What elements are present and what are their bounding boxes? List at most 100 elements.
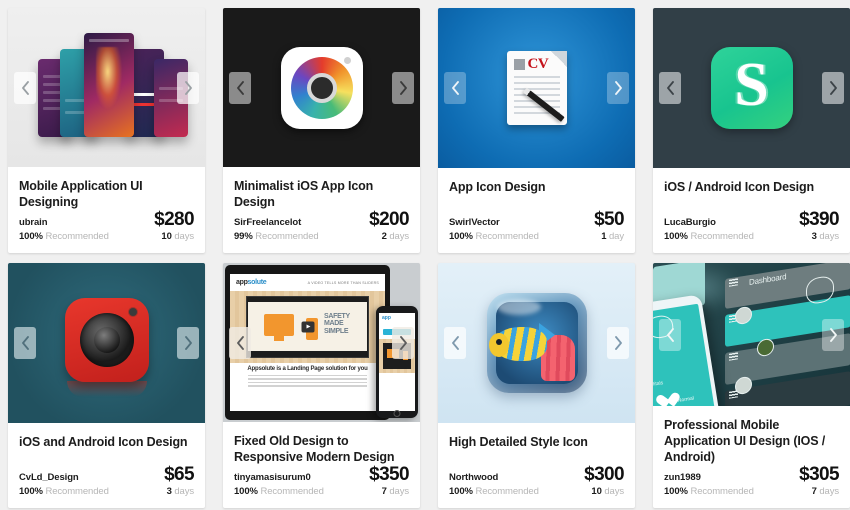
chevron-right-icon (184, 80, 192, 95)
recommendation: 100% Recommended (664, 486, 754, 497)
gig-thumbnail[interactable] (8, 263, 205, 423)
gig-thumbnail[interactable]: appsolute A VIDEO TELLS MORE THAN SLIDER… (223, 263, 420, 422)
seller-name[interactable]: LucaBurgio (664, 217, 754, 228)
gig-title[interactable]: Minimalist iOS App Icon Design (234, 178, 409, 210)
carousel-prev-button[interactable] (444, 72, 466, 104)
gig-card[interactable]: High Detailed Style Icon Northwood 100% … (438, 263, 635, 508)
recommended-pct: 100% (449, 231, 473, 242)
gig-thumbnail[interactable]: Dashboard Vitals Normal (653, 263, 850, 406)
chevron-right-icon (614, 336, 622, 350)
gig-price: $50 (594, 209, 625, 230)
gig-title[interactable]: Mobile Application UI Designing (19, 178, 194, 210)
gig-card[interactable]: Mobile Application UI Designing ubrain 1… (8, 8, 205, 253)
art-mobile-logo: app (382, 315, 391, 321)
gig-thumbnail[interactable] (223, 8, 420, 167)
delivery-unit: days (389, 231, 409, 242)
gig-card[interactable]: appsolute A VIDEO TELLS MORE THAN SLIDER… (223, 263, 420, 508)
recommendation: 100% Recommended (234, 486, 324, 497)
chevron-left-icon (666, 327, 674, 342)
gig-title[interactable]: App Icon Design (449, 179, 624, 195)
gig-card[interactable]: S iOS / Android Icon Design LucaBurgio 1… (653, 8, 850, 253)
carousel-prev-button[interactable] (659, 72, 681, 104)
gig-title[interactable]: Fixed Old Design to Responsive Modern De… (234, 433, 409, 465)
carousel-prev-button[interactable] (14, 71, 36, 104)
seller-name[interactable]: zun1989 (664, 472, 754, 483)
seller-name[interactable]: Northwood (449, 472, 539, 483)
gig-card[interactable]: iOS and Android Icon Design CvLd_Design … (8, 263, 205, 508)
gig-card[interactable]: CV App Icon Design SwirlVector 100% Reco… (438, 8, 635, 253)
gig-body: High Detailed Style Icon Northwood 100% … (438, 423, 635, 508)
chevron-right-icon (399, 80, 407, 95)
gig-price: $280 (154, 209, 194, 230)
gig-price: $300 (584, 464, 624, 485)
seller-name[interactable]: tinyamasisurum0 (234, 472, 324, 483)
art-logo-suffix: solute (247, 279, 267, 286)
delivery-unit: days (819, 231, 839, 242)
gig-price: $65 (164, 464, 195, 485)
gig-body: Professional Mobile Application UI Desig… (653, 406, 850, 508)
carousel-next-button[interactable] (822, 72, 844, 104)
gig-thumbnail[interactable]: CV (438, 8, 635, 168)
art-video-text: SAFETY MADE SIMPLE (324, 313, 350, 335)
seller-name[interactable]: SwirlVector (449, 217, 539, 228)
carousel-next-button[interactable] (822, 318, 844, 351)
carousel-next-button[interactable] (392, 326, 414, 359)
delivery-time: 10 days (161, 231, 194, 242)
carousel-next-button[interactable] (607, 72, 629, 104)
recommendation: 100% Recommended (19, 486, 109, 497)
gig-title[interactable]: iOS and Android Icon Design (19, 434, 194, 450)
carousel-prev-button[interactable] (14, 327, 36, 359)
responsive-website-mockup-art: appsolute A VIDEO TELLS MORE THAN SLIDER… (223, 263, 420, 422)
delivery-time: 1 day (601, 231, 624, 242)
gig-meta: CvLd_Design 100% Recommended $65 3 days (19, 464, 195, 508)
carousel-next-button[interactable] (392, 71, 414, 104)
carousel-next-button[interactable] (177, 71, 199, 104)
recommendation: 100% Recommended (664, 231, 754, 242)
delivery-time: 10 days (591, 486, 624, 497)
delivery-unit: days (604, 486, 624, 497)
chevron-left-icon (666, 81, 674, 95)
carousel-prev-button[interactable] (229, 71, 251, 104)
gig-title[interactable]: iOS / Android Icon Design (664, 179, 839, 195)
chevron-left-icon (21, 80, 29, 95)
art-vitals-label: Vitals (653, 380, 664, 388)
gig-meta: SwirlVector 100% Recommended $50 1 day (449, 209, 625, 253)
carousel-prev-button[interactable] (444, 327, 466, 359)
recommended-label: Recommended (260, 486, 324, 497)
gig-card[interactable]: Minimalist iOS App Icon Design SirFreela… (223, 8, 420, 253)
gig-body: Fixed Old Design to Responsive Modern De… (223, 422, 420, 508)
gig-thumbnail[interactable]: S (653, 8, 850, 168)
gig-title[interactable]: Professional Mobile Application UI Desig… (664, 417, 839, 465)
seller-name[interactable]: CvLd_Design (19, 472, 109, 483)
gig-card[interactable]: Dashboard Vitals Normal Professional Mob… (653, 263, 850, 508)
gig-thumbnail[interactable] (8, 8, 205, 167)
gig-meta: SirFreelancelot 99% Recommended $200 2 d… (234, 210, 410, 253)
recommended-label: Recommended (690, 231, 754, 242)
seller-name[interactable]: ubrain (19, 217, 109, 228)
gig-meta: ubrain 100% Recommended $280 10 days (19, 209, 195, 253)
seller-name[interactable]: SirFreelancelot (234, 217, 319, 228)
carousel-next-button[interactable] (177, 327, 199, 359)
gig-body: Mobile Application UI Designing ubrain 1… (8, 167, 205, 253)
delivery-unit: days (174, 486, 194, 497)
carousel-prev-button[interactable] (659, 318, 681, 351)
mobile-ui-dashboard-mockup-art: Dashboard Vitals Normal (653, 263, 850, 406)
gig-thumbnail[interactable] (438, 263, 635, 423)
gig-body: iOS and Android Icon Design CvLd_Design … (8, 423, 205, 508)
chevron-left-icon (451, 336, 459, 350)
recommended-label: Recommended (255, 231, 319, 242)
delivery-time: 7 days (382, 486, 410, 497)
delivery-unit: day (608, 231, 624, 242)
gig-meta: Northwood 100% Recommended $300 10 days (449, 464, 625, 508)
recommended-label: Recommended (45, 486, 109, 497)
cv-document-pen-icon-art: CV (438, 8, 635, 168)
carousel-prev-button[interactable] (229, 326, 251, 359)
chevron-left-icon (236, 335, 244, 350)
delivery-value: 10 (161, 231, 172, 242)
recommended-pct: 100% (19, 486, 43, 497)
delivery-time: 2 days (382, 231, 410, 242)
rainbow-camera-app-icon-art (223, 8, 420, 167)
gig-title[interactable]: High Detailed Style Icon (449, 434, 624, 450)
carousel-next-button[interactable] (607, 327, 629, 359)
recommended-pct: 100% (664, 486, 688, 497)
